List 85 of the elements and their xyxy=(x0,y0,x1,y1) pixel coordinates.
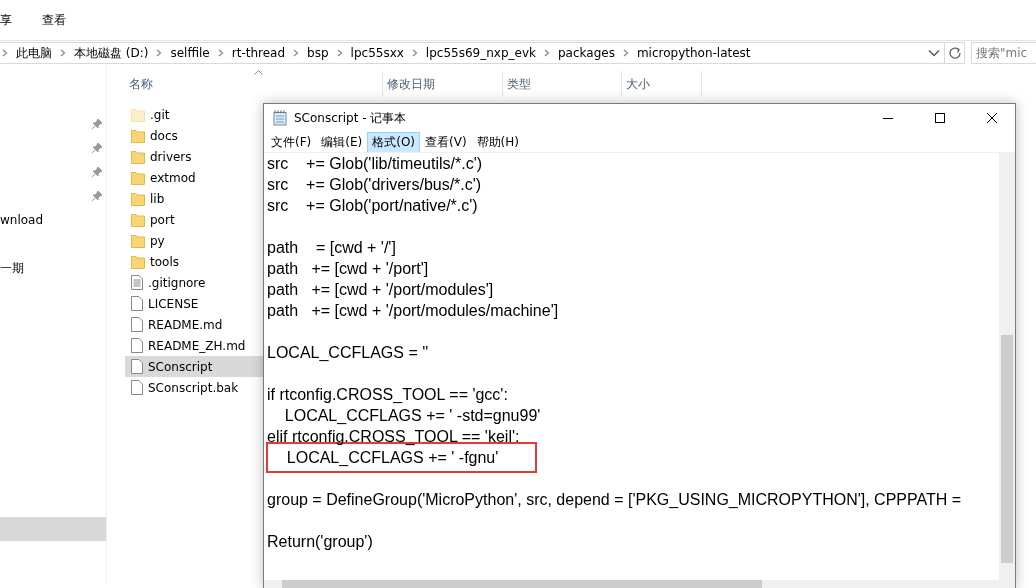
column-header[interactable]: 修改日期 xyxy=(383,71,503,97)
file-item[interactable]: lib xyxy=(125,188,263,209)
code-line: src += Glob('drivers/bus/*.c') xyxy=(267,175,482,195)
code-line: elif rtconfig.CROSS_TOOL == 'keil': xyxy=(267,427,520,447)
scrollbar[interactable] xyxy=(999,153,1015,580)
file-item[interactable]: drivers xyxy=(125,146,263,167)
breadcrumb-item[interactable]: lpc55s69_nxp_evk xyxy=(419,46,542,60)
dropdown-icon xyxy=(928,49,940,57)
scrollbar-thumb[interactable] xyxy=(282,580,762,588)
nav-item[interactable]: 一期 xyxy=(0,259,24,277)
address-bar[interactable]: 此电脑 本地磁盘 (D:) selffile rt-thread bsp lpc55sxx lpc55s69_nxp_evk packages micropython-latest xyxy=(0,42,945,64)
sort-caret-icon xyxy=(254,70,263,75)
folder-icon xyxy=(131,254,145,269)
code-line: LOCAL_CCFLAGS = '' xyxy=(267,343,429,363)
breadcrumb-item[interactable]: selffile xyxy=(164,46,216,60)
breadcrumb-item[interactable]: 本地磁盘 (D:) xyxy=(68,44,155,62)
code-line: if rtconfig.CROSS_TOOL == 'gcc': xyxy=(267,385,508,405)
text-file-icon xyxy=(131,275,143,290)
file-item[interactable]: tools xyxy=(125,251,263,272)
folder-icon xyxy=(131,170,145,185)
folder-icon xyxy=(131,233,145,248)
code-line: LOCAL_CCFLAGS += ' -fgnu' xyxy=(285,448,499,468)
file-item[interactable]: port xyxy=(125,209,263,230)
code-line: path = [cwd + '/'] xyxy=(267,238,396,258)
file-item[interactable]: README.md xyxy=(125,314,263,335)
menu-item[interactable]: 帮助(H) xyxy=(471,131,524,153)
column-header[interactable]: 类型 xyxy=(503,71,622,97)
breadcrumb-item[interactable]: lpc55sxx xyxy=(344,46,410,60)
breadcrumb-item[interactable]: packages xyxy=(551,46,621,60)
menu-item[interactable]: 查看(V) xyxy=(420,131,472,153)
file-icon xyxy=(131,338,143,353)
file-icon xyxy=(131,296,143,311)
folder-icon xyxy=(131,107,145,122)
file-item[interactable]: .gitignore xyxy=(125,272,263,293)
pin-icon xyxy=(91,118,103,130)
refresh-icon xyxy=(947,46,962,60)
folder-icon xyxy=(131,212,145,227)
folder-icon xyxy=(131,191,145,206)
code-line: Return('group') xyxy=(267,532,373,552)
file-item[interactable]: SConscript xyxy=(125,356,263,377)
breadcrumb-item[interactable]: rt-thread xyxy=(225,46,292,60)
pin-icon xyxy=(91,166,103,178)
notepad-icon xyxy=(272,110,288,126)
window-title: SConscript - 记事本 xyxy=(294,109,408,127)
ribbon-tab[interactable]: 查看 xyxy=(42,11,66,29)
scrollbar-thumb[interactable] xyxy=(1001,335,1013,563)
file-icon xyxy=(131,317,143,332)
file-item[interactable]: docs xyxy=(125,125,263,146)
breadcrumb-item[interactable]: micropython-latest xyxy=(630,46,757,60)
code-line: src += Glob('lib/timeutils/*.c') xyxy=(267,154,483,174)
refresh-button[interactable] xyxy=(945,42,965,64)
pin-icon xyxy=(91,142,103,154)
file-icon xyxy=(131,380,143,395)
column-header[interactable]: 大小 xyxy=(622,71,702,97)
menu-item[interactable]: 格式(O) xyxy=(367,131,421,153)
code-line: group = DefineGroup('MicroPython', src, depend = ['PKG_USING_MICROPYTHON'], CPPPATH = xyxy=(267,490,962,510)
file-item[interactable]: .git xyxy=(125,104,263,125)
chevron-icon xyxy=(58,48,68,58)
file-item[interactable]: py xyxy=(125,230,263,251)
file-item[interactable]: LICENSE xyxy=(125,293,263,314)
maximize-icon xyxy=(934,112,946,124)
file-icon xyxy=(131,359,143,374)
code-line: src += Glob('port/native/*.c') xyxy=(267,196,478,216)
chevron-icon xyxy=(0,48,10,58)
folder-icon xyxy=(131,149,145,164)
column-header[interactable]: 名称 xyxy=(125,71,383,97)
nav-item[interactable] xyxy=(0,517,106,541)
menu-item[interactable]: 文件(F) xyxy=(266,131,317,153)
close-icon xyxy=(986,112,998,124)
scrollbar[interactable] xyxy=(264,580,1015,588)
code-line: path += [cwd + '/port/modules/machine'] xyxy=(267,301,559,321)
file-item[interactable]: SConscript.bak xyxy=(125,377,263,398)
breadcrumb-item[interactable]: 此电脑 xyxy=(10,44,58,62)
file-item[interactable]: extmod xyxy=(125,167,263,188)
folder-icon xyxy=(131,128,145,143)
code-line: path += [cwd + '/port'] xyxy=(267,259,429,279)
breadcrumb-item[interactable]: bsp xyxy=(301,46,335,60)
search-field[interactable]: 搜索"mic xyxy=(971,42,1036,64)
pin-icon xyxy=(91,190,103,202)
nav-item[interactable]: wnload xyxy=(0,213,44,227)
code-line: LOCAL_CCFLAGS += ' -std=gnu99' xyxy=(283,406,541,426)
file-item[interactable]: README_ZH.md xyxy=(125,335,263,356)
menu-item[interactable]: 编辑(E) xyxy=(316,131,368,153)
ribbon-tab[interactable]: 享 xyxy=(0,11,12,29)
code-line: path += [cwd + '/port/modules'] xyxy=(267,280,494,300)
